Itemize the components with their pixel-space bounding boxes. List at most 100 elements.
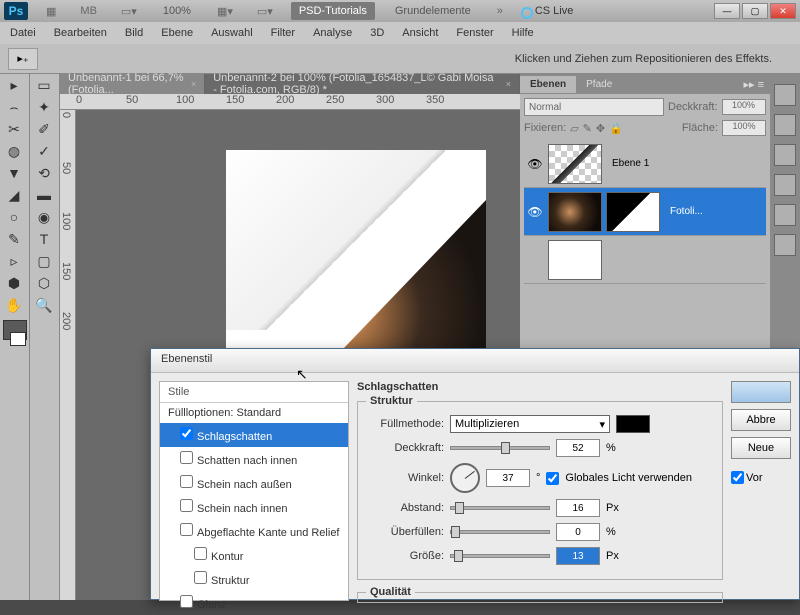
global-light-checkbox[interactable]: [546, 472, 559, 485]
layer-row[interactable]: [524, 236, 766, 284]
close-icon[interactable]: ×: [506, 79, 511, 89]
doc-tab-1[interactable]: Unbenannt-1 bei 66,7% (Fotolia...×: [60, 74, 205, 94]
brush-tool[interactable]: ✓: [30, 140, 58, 162]
shadow-color-swatch[interactable]: [616, 415, 650, 433]
workspace-tab-essentials[interactable]: Grundelemente: [387, 5, 479, 17]
lock-pixels-icon[interactable]: ▱: [570, 122, 578, 135]
close-button[interactable]: ✕: [770, 3, 796, 19]
menu-ansicht[interactable]: Ansicht: [402, 27, 438, 39]
checkbox[interactable]: [180, 451, 193, 464]
angle-dial[interactable]: [450, 463, 480, 493]
style-item-outerglow[interactable]: Schein nach außen: [160, 471, 348, 495]
wand-tool[interactable]: ✦: [30, 96, 58, 118]
more-icon[interactable]: »: [491, 3, 509, 19]
marquee-tool[interactable]: ▭: [30, 74, 58, 96]
screen-icon[interactable]: ▭▾: [251, 3, 279, 20]
minibridge-icon[interactable]: MB: [74, 3, 103, 19]
menu-datei[interactable]: Datei: [10, 27, 36, 39]
new-style-button[interactable]: Neue: [731, 437, 791, 459]
style-item-bevel[interactable]: Abgeflachte Kante und Relief: [160, 519, 348, 543]
spread-slider[interactable]: [450, 530, 550, 534]
shape-tool[interactable]: ▢: [30, 250, 58, 272]
distance-input[interactable]: [556, 499, 600, 517]
zoom-combo[interactable]: 100%: [155, 5, 199, 17]
blend-mode-combo[interactable]: Normal: [524, 98, 664, 116]
cs-live[interactable]: CS Live: [521, 5, 574, 17]
move-tool-indicator[interactable]: ▸₊: [8, 48, 38, 70]
checkbox[interactable]: [194, 571, 207, 584]
angle-input[interactable]: [486, 469, 530, 487]
size-slider[interactable]: [450, 554, 550, 558]
3d-tool[interactable]: ⬢: [0, 272, 28, 294]
menu-auswahl[interactable]: Auswahl: [211, 27, 253, 39]
3d-cam-tool[interactable]: ⬡: [30, 272, 58, 294]
style-item-innershadow[interactable]: Schatten nach innen: [160, 447, 348, 471]
ok-button[interactable]: [731, 381, 791, 403]
size-input[interactable]: [556, 547, 600, 565]
style-item-satin[interactable]: Glanz: [160, 591, 348, 615]
lock-move-icon[interactable]: ✥: [596, 122, 605, 135]
layer-row[interactable]: 👁 Ebene 1: [524, 140, 766, 188]
adjustments-panel-icon[interactable]: [774, 174, 796, 196]
workspace-tab-psd[interactable]: PSD-Tutorials: [291, 2, 375, 20]
checkbox[interactable]: [194, 547, 207, 560]
menu-fenster[interactable]: Fenster: [456, 27, 493, 39]
opacity-slider[interactable]: [450, 446, 550, 450]
tab-ebenen[interactable]: Ebenen: [520, 76, 576, 93]
opacity-input[interactable]: [556, 439, 600, 457]
spread-input[interactable]: [556, 523, 600, 541]
eye-icon[interactable]: 👁: [526, 205, 544, 219]
lock-all-icon[interactable]: 🔒: [609, 122, 623, 135]
bridge-icon[interactable]: ▦: [40, 3, 62, 20]
background-color[interactable]: [10, 332, 26, 346]
cancel-button[interactable]: Abbre: [731, 409, 791, 431]
style-item-texture[interactable]: Struktur: [160, 567, 348, 591]
crop-tool[interactable]: ✂: [0, 118, 28, 140]
style-item-contour[interactable]: Kontur: [160, 543, 348, 567]
menu-bearbeiten[interactable]: Bearbeiten: [54, 27, 107, 39]
move-tool[interactable]: ▸: [0, 74, 28, 96]
tab-pfade[interactable]: Pfade: [576, 76, 622, 93]
menu-filter[interactable]: Filter: [271, 27, 295, 39]
style-item-innerglow[interactable]: Schein nach innen: [160, 495, 348, 519]
close-icon[interactable]: ×: [191, 79, 196, 89]
zoom-tool[interactable]: 🔍: [30, 294, 58, 316]
eyedropper-tool[interactable]: ✐: [30, 118, 58, 140]
distance-slider[interactable]: [450, 506, 550, 510]
maximize-button[interactable]: ▢: [742, 3, 768, 19]
menu-analyse[interactable]: Analyse: [313, 27, 352, 39]
checkbox[interactable]: [180, 475, 193, 488]
opacity-input[interactable]: 100%: [722, 99, 766, 115]
panel-menu-icon[interactable]: ▸▸ ≡: [737, 78, 770, 91]
info-panel-icon[interactable]: [774, 234, 796, 256]
checkbox[interactable]: [180, 523, 193, 536]
fillmode-combo[interactable]: Multiplizieren▾: [450, 415, 610, 433]
view-icon[interactable]: ▭▾: [115, 3, 143, 20]
pen-tool[interactable]: ✎: [0, 228, 28, 250]
layer-row-selected[interactable]: 👁 Fotoli...: [524, 188, 766, 236]
hand-tool[interactable]: ✋: [0, 294, 28, 316]
menu-3d[interactable]: 3D: [370, 27, 384, 39]
dropshadow-checkbox[interactable]: [180, 427, 193, 440]
menu-bild[interactable]: Bild: [125, 27, 143, 39]
blend-options-item[interactable]: Füllloptionen: Standard: [160, 403, 348, 423]
fill-input[interactable]: 100%: [722, 120, 766, 136]
doc-tab-2[interactable]: Unbenannt-2 bei 100% (Fotolia_1654837_L©…: [205, 74, 520, 94]
path-tool[interactable]: ▹: [0, 250, 28, 272]
lasso-tool[interactable]: ⌢: [0, 96, 28, 118]
menu-ebene[interactable]: Ebene: [161, 27, 193, 39]
blur-tool[interactable]: ◉: [30, 206, 58, 228]
style-item-dropshadow[interactable]: Schlagschatten: [160, 423, 348, 447]
history-tool[interactable]: ⟲: [30, 162, 58, 184]
minimize-button[interactable]: —: [714, 3, 740, 19]
styles-panel-icon[interactable]: [774, 144, 796, 166]
lock-brush-icon[interactable]: ✎: [583, 122, 592, 135]
color-panel-icon[interactable]: [774, 84, 796, 106]
masks-panel-icon[interactable]: [774, 204, 796, 226]
eraser-tool[interactable]: ◢: [0, 184, 28, 206]
preview-checkbox[interactable]: [731, 471, 744, 484]
arrange-icon[interactable]: ▦▾: [211, 3, 239, 20]
gradient-tool[interactable]: ▬: [30, 184, 58, 206]
healing-tool[interactable]: ◍: [0, 140, 28, 162]
eye-icon[interactable]: 👁: [526, 157, 544, 171]
